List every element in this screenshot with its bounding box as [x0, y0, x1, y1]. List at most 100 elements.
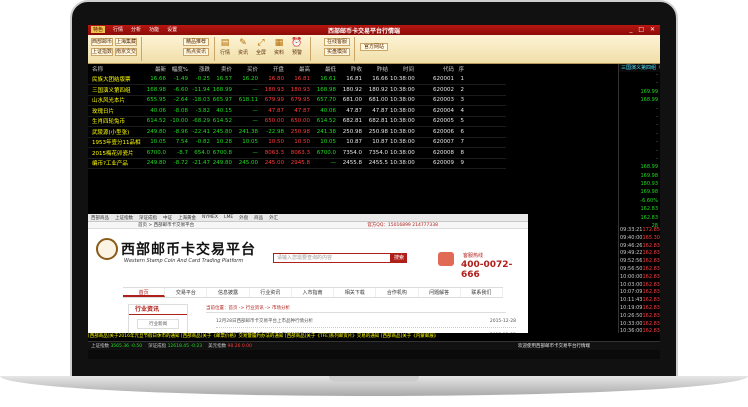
ribbon-info-button[interactable]: ▦ 资料: [272, 37, 286, 61]
info-icon: ▦: [274, 38, 284, 48]
quote-row[interactable]: 民族大团结版票 16.66 -1.49 -0.25 16.57 16.20 16.80 16.…: [88, 75, 506, 85]
quote-cell: 620004: [433, 107, 454, 114]
column-header[interactable]: 涨跌: [190, 65, 212, 73]
quote-cell: 10.05: [320, 139, 336, 146]
quote-cell: 245.80: [212, 128, 232, 135]
news-item[interactable]: 12月28日西部邮币卡交易平台上市品种行情分析 2015-12-28: [216, 316, 516, 328]
brand-title: 西部邮币卡交易平台: [121, 242, 256, 258]
menu-item-1[interactable]: 行情: [113, 26, 123, 33]
quote-row[interactable]: 山水风光本片 655.95 -2.64 -18.03 665.97 618.11 679.9…: [88, 96, 506, 106]
search-button[interactable]: 搜索: [391, 253, 407, 263]
nav-item-8[interactable]: 联系我们: [461, 288, 503, 297]
quote-row[interactable]: 生肖四轮兔币 614.52 -10.00 -68.29 614.52—650.00 650…: [88, 117, 506, 127]
quote-cell: 武陵源(小型张): [92, 129, 130, 136]
column-header[interactable]: 名称: [88, 65, 146, 73]
tick-time: 09:52:56: [620, 258, 643, 265]
ribbon-btn-xibu[interactable]: 西部邮币: [91, 38, 113, 46]
column-header[interactable]: 卖价: [212, 65, 234, 73]
market-tab-1[interactable]: 上证指数: [115, 215, 133, 221]
screen-bezel-bottom: [88, 350, 660, 359]
market-tab-3[interactable]: 中证: [163, 215, 172, 221]
quote-row[interactable]: 武陵源(小型张) 249.80 -8.96 -22.41 245.80 241.38 -22…: [88, 127, 506, 138]
nav-item-6[interactable]: 合作机构: [376, 288, 419, 297]
quote-cell: -0.82: [195, 139, 210, 146]
quote-cell: 250.98: [342, 128, 362, 135]
quote-cell: 47.87: [372, 107, 388, 114]
quote-cell: 614.52: [146, 118, 166, 125]
level-value: -6.60%: [640, 197, 658, 204]
column-header[interactable]: 最新: [146, 65, 168, 73]
ribbon-btn-nanjing[interactable]: 南京文交: [115, 48, 137, 56]
menu-item-2[interactable]: 分析: [131, 26, 141, 33]
column-header[interactable]: 时间: [390, 65, 416, 73]
column-header[interactable]: 代码: [416, 65, 456, 73]
site-nav: 首页 交易平台 信息披露 行业资讯 入市指南 相关下载 合作机构 问题解答 联系我们: [123, 287, 503, 298]
quote-cell: 10:38:00: [390, 128, 415, 135]
market-tab-0[interactable]: 西部商品: [91, 215, 109, 221]
column-header[interactable]: 开盘: [260, 65, 286, 73]
menu-item-0[interactable]: 特色: [91, 26, 106, 33]
quote-row[interactable]: 三国演义第四组 168.98 -6.60 -11.94 168.99 — 180.93 180…: [88, 85, 506, 96]
menu-item-4[interactable]: 设置: [167, 26, 177, 33]
quote-cell: -22.98: [266, 128, 284, 135]
quote-cell: 249.80: [146, 128, 166, 135]
quote-cell: 10.05: [242, 139, 258, 146]
market-tab-5[interactable]: NYMEX: [202, 215, 218, 220]
ribbon-btn-shanghai[interactable]: 上海集藏: [115, 38, 137, 46]
title-bar: 特色 行情 分析 功能 设置 西部邮币卡交易平台行情端 _ □ ✕: [88, 25, 660, 35]
market-tab-8[interactable]: 商品: [254, 215, 263, 221]
quote-cell: 7354.0: [342, 149, 362, 156]
ribbon-btn-online-service[interactable]: 在线客服: [324, 38, 350, 46]
market-tab-4[interactable]: 上海黄金: [178, 215, 196, 221]
quote-cell: 249.80: [146, 160, 166, 167]
nav-item-0[interactable]: 首页: [123, 288, 166, 297]
side-item-news[interactable]: 行业新闻: [137, 319, 179, 329]
nav-item-4[interactable]: 入市指南: [292, 288, 335, 297]
quote-cell: 650.00: [264, 118, 284, 125]
ribbon-alert-button[interactable]: ⏰ 预警: [290, 37, 304, 61]
app-window: 特色 行情 分析 功能 设置 西部邮币卡交易平台行情端 _ □ ✕ 西部邮币 上海集藏 …: [88, 25, 660, 359]
tick-time: 10:03:00: [620, 281, 643, 288]
ribbon-icon-label: 资料: [273, 50, 284, 56]
window-controls[interactable]: _ □ ✕: [629, 26, 657, 33]
market-tab-9[interactable]: 外汇: [269, 215, 278, 221]
address-breadcrumb[interactable]: 首页 > 西部邮币卡交易平台: [138, 222, 194, 228]
news-title[interactable]: 12月28日西部邮币卡交易平台上市品种行情分析: [216, 316, 313, 327]
market-tab-7[interactable]: 外盘: [239, 215, 248, 221]
column-header[interactable]: 幅度%: [168, 65, 190, 73]
ribbon-fullscreen-button[interactable]: ⤢ 全屏: [254, 37, 268, 61]
column-header[interactable]: 昨收: [338, 65, 364, 73]
tick-price: 162.83: [642, 289, 660, 296]
quote-row[interactable]: 编币?工业产品 249.80 -8.72 -21.47 249.80 245.00 245.…: [88, 159, 506, 169]
nav-item-5[interactable]: 相关下载: [334, 288, 377, 297]
menu-item-3[interactable]: 功能: [149, 26, 159, 33]
market-tab-6[interactable]: LME: [224, 215, 233, 220]
quote-cell: 650.00: [290, 118, 310, 125]
tick-price: 162.83: [642, 265, 660, 272]
quote-cell: 7354.0: [368, 149, 388, 156]
quote-cell: 5: [460, 118, 465, 125]
ribbon-btn-shangzheng[interactable]: 上证指数: [91, 48, 113, 56]
ribbon-chart-button[interactable]: ▤ 行情: [218, 37, 232, 61]
quote-row[interactable]: 2015梅花卯瓷片 6700.0 -8.7 654.0 6700.8 — 8063.3 806…: [88, 148, 506, 159]
column-header[interactable]: 买价: [234, 65, 260, 73]
ribbon-btn-hot[interactable]: 热点资讯: [183, 48, 209, 56]
nav-item-7[interactable]: 问题解答: [419, 288, 461, 297]
quote-row[interactable]: 玫瑰日片 40.06 -8.08 -3.82 40.15 — 47.87 47.87 40.06…: [88, 106, 506, 117]
ribbon-btn-featured[interactable]: 精品推荐: [183, 38, 209, 46]
column-header[interactable]: 最低: [312, 65, 338, 73]
ribbon-news-button[interactable]: ✎ 资讯: [236, 37, 250, 61]
ribbon-btn-official[interactable]: 官方网站: [360, 43, 388, 51]
ribbon-btn-simulate[interactable]: 实盘模拟: [324, 48, 350, 56]
nav-item-2[interactable]: 信息披露: [207, 288, 250, 297]
quote-row[interactable]: 1953年壹分11品相 10.05 7.54 -0.82 10.28 10.05 10.50…: [88, 138, 506, 148]
quote-cell: 679.95: [290, 97, 310, 104]
site-search-input[interactable]: 请输入您需要查询的内容: [273, 253, 391, 263]
nav-item-1[interactable]: 交易平台: [165, 288, 208, 297]
column-header[interactable]: 序: [456, 65, 466, 73]
column-header[interactable]: 最高: [286, 65, 312, 73]
market-tab-2[interactable]: 深证成指: [139, 215, 157, 221]
news-ticker[interactable]: [西部商品]关于2016年元旦节假日休市的通知 [西部商品]关于《邮票价格》交易…: [88, 333, 660, 341]
nav-item-3[interactable]: 行业资讯: [250, 288, 292, 297]
column-header[interactable]: 昨结: [364, 65, 390, 73]
